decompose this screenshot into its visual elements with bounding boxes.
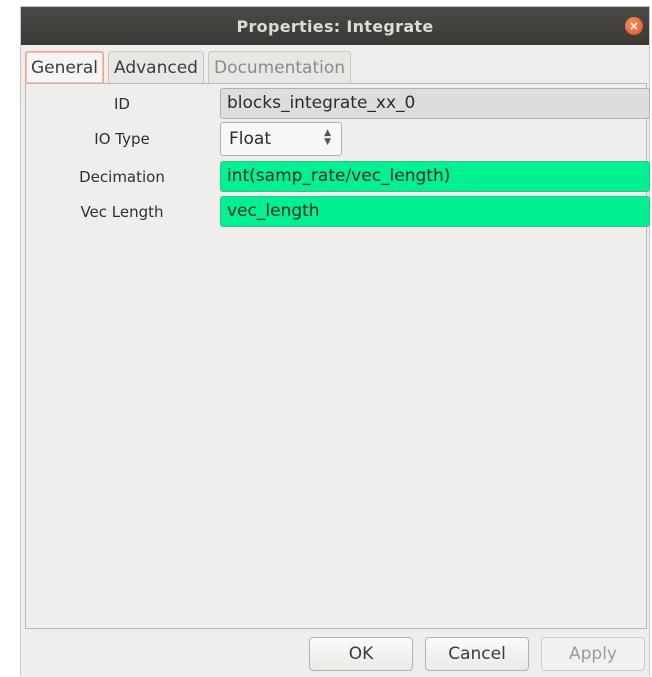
tab-advanced[interactable]: Advanced — [108, 51, 204, 83]
ok-button[interactable]: OK — [309, 637, 413, 671]
cancel-button[interactable]: Cancel — [425, 637, 529, 671]
properties-dialog: Properties: Integrate × General Advanced… — [20, 6, 650, 677]
decimation-label: Decimation — [79, 168, 165, 186]
vec-length-label: Vec Length — [80, 203, 164, 221]
apply-button: Apply — [541, 637, 645, 671]
dialog-title: Properties: Integrate — [236, 16, 434, 36]
tab-documentation: Documentation — [207, 51, 352, 83]
io-type-select[interactable]: Float ▲ ▼ — [220, 122, 342, 156]
tab-bar: General Advanced Documentation — [25, 51, 352, 83]
tab-general[interactable]: General — [25, 51, 104, 83]
param-row-io-type: IO Type Float ▲ ▼ — [26, 122, 646, 156]
io-type-label: IO Type — [94, 130, 150, 148]
vec-length-field[interactable]: vec_length — [220, 196, 650, 227]
id-label: ID — [114, 95, 130, 113]
param-row-id: ID blocks_integrate_xx_0 — [26, 88, 650, 120]
close-icon[interactable]: × — [625, 17, 643, 35]
spin-arrows-icon: ▲ ▼ — [324, 128, 331, 147]
io-type-value: Float — [229, 129, 271, 149]
param-row-decimation: Decimation int(samp_rate/vec_length) — [26, 161, 650, 193]
id-field[interactable]: blocks_integrate_xx_0 — [220, 88, 650, 119]
general-panel: ID blocks_integrate_xx_0 IO Type Float ▲… — [25, 83, 650, 629]
button-bar: OK Cancel Apply — [21, 631, 649, 677]
param-row-vec-length: Vec Length vec_length — [26, 196, 650, 228]
title-bar[interactable]: Properties: Integrate × — [21, 7, 649, 45]
decimation-field[interactable]: int(samp_rate/vec_length) — [220, 161, 650, 192]
